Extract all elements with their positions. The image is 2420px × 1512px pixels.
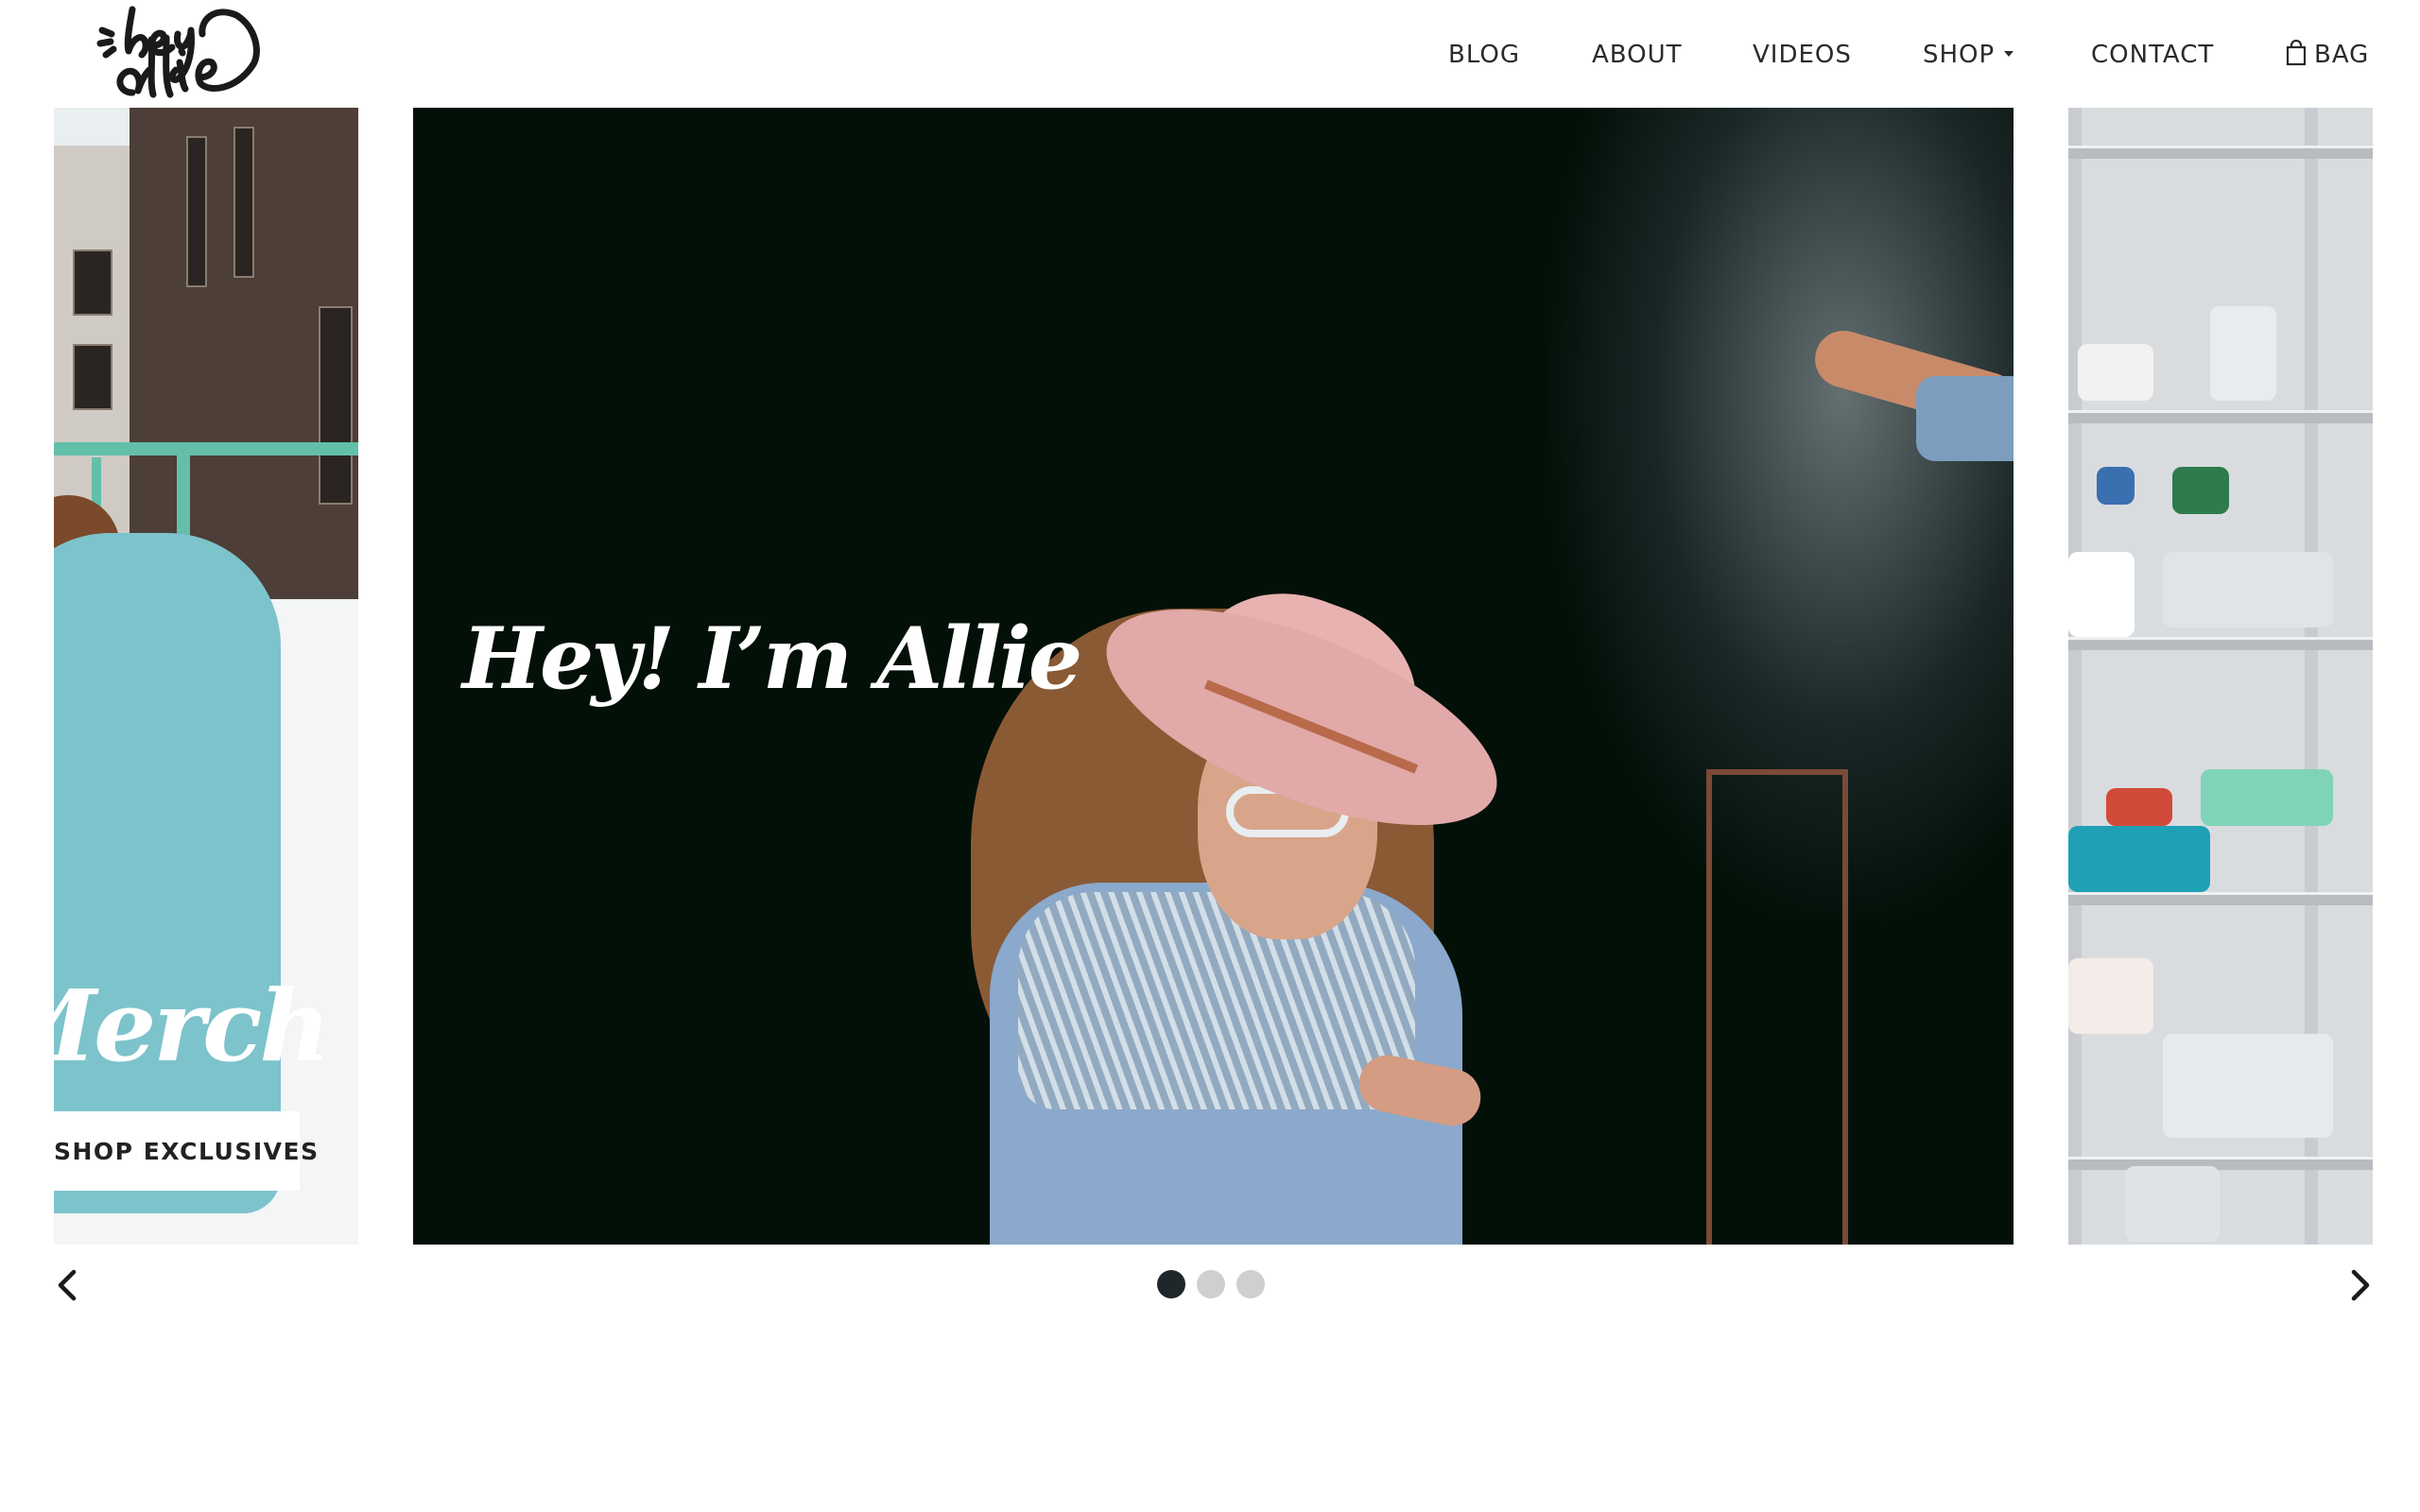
frame-photo bbox=[1706, 769, 1848, 1245]
railing bbox=[54, 442, 358, 455]
chevron-right-icon bbox=[2351, 1269, 2370, 1301]
shelf bbox=[2068, 410, 2373, 423]
bowl-photo bbox=[2068, 826, 2210, 892]
cup-photo bbox=[2172, 467, 2229, 514]
carousel-dot-3[interactable] bbox=[1236, 1270, 1265, 1298]
shelf bbox=[2068, 637, 2373, 650]
carousel-slide-hero[interactable]: Hey! I’m Allie bbox=[413, 108, 2014, 1245]
shelf bbox=[2068, 1157, 2373, 1170]
hero-title: Hey! I’m Allie bbox=[462, 609, 1082, 709]
pitcher-photo bbox=[2068, 552, 2135, 637]
shop-exclusives-button[interactable]: SHOP EXCLUSIVES bbox=[54, 1111, 318, 1191]
nav-link-videos[interactable]: VIDEOS bbox=[1753, 36, 1852, 74]
carousel-dot-1[interactable] bbox=[1157, 1270, 1185, 1298]
dish-photo bbox=[2078, 344, 2153, 401]
glass-dish-photo bbox=[2125, 1166, 2220, 1242]
shelf bbox=[2068, 892, 2373, 905]
window bbox=[73, 344, 112, 410]
nav-link-shop[interactable]: SHOP bbox=[1923, 36, 2014, 74]
nav-link-contact[interactable]: CONTACT bbox=[2091, 36, 2214, 74]
cup-photo bbox=[2097, 467, 2135, 505]
window bbox=[186, 136, 207, 287]
carousel-dots bbox=[1157, 1270, 1265, 1298]
chevron-left-icon bbox=[58, 1269, 77, 1301]
glass-bowl-photo bbox=[2163, 1034, 2333, 1138]
logo-mark bbox=[96, 6, 260, 98]
toy-photo bbox=[2106, 788, 2172, 826]
nav-link-about[interactable]: ABOUT bbox=[1592, 36, 1683, 74]
glassware-photo bbox=[2163, 552, 2333, 627]
window bbox=[319, 306, 353, 505]
window bbox=[233, 127, 254, 278]
carousel-slide-thrift[interactable] bbox=[2068, 108, 2373, 1245]
carousel-next-button[interactable] bbox=[2341, 1264, 2378, 1306]
shelf bbox=[2068, 146, 2373, 159]
sleeve-photo bbox=[1916, 376, 2014, 461]
glass-photo bbox=[2210, 306, 2276, 401]
nav-link-shop-label: SHOP bbox=[1923, 41, 1996, 69]
carousel-prev-button[interactable] bbox=[49, 1264, 87, 1306]
site-logo[interactable] bbox=[95, 2, 265, 108]
shopping-bag-icon bbox=[2286, 39, 2307, 65]
slide-title-merch: Merch bbox=[54, 968, 331, 1084]
carousel-dot-2[interactable] bbox=[1197, 1270, 1225, 1298]
nav-link-blog[interactable]: BLOG bbox=[1448, 36, 1520, 74]
shelf-post bbox=[2068, 108, 2082, 1245]
bag-link[interactable]: BAG bbox=[2286, 36, 2369, 74]
caret-down-icon bbox=[2004, 50, 2014, 57]
tinsel-vest-photo bbox=[1018, 892, 1415, 1109]
window bbox=[73, 249, 112, 316]
plate-photo bbox=[2068, 958, 2153, 1034]
bag-label: BAG bbox=[2314, 41, 2370, 69]
dish-photo bbox=[2201, 769, 2333, 826]
site-header: BLOG ABOUT VIDEOS SHOP CONTACT BAG bbox=[0, 0, 2420, 108]
carousel-slide-merch[interactable]: Merch SHOP EXCLUSIVES bbox=[54, 108, 358, 1245]
